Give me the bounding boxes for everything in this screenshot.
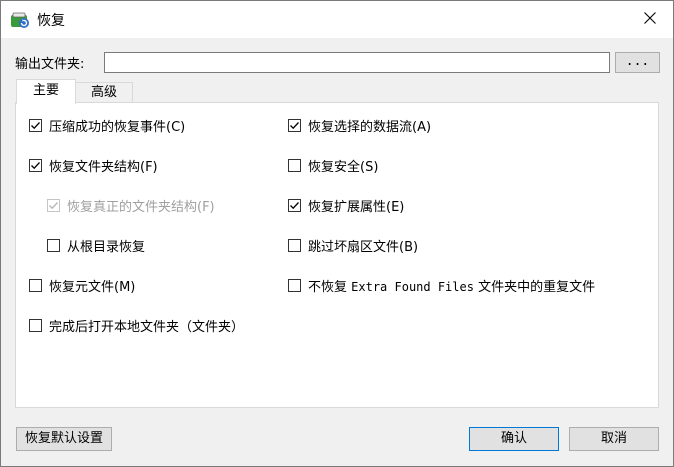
checkbox-unchecked-icon[interactable] — [288, 158, 301, 172]
option-compress-success[interactable]: 压缩成功的恢复事件(C) — [29, 116, 186, 135]
title-bar: 恢复 — [1, 1, 673, 38]
recovery-app-icon — [10, 10, 30, 30]
checkbox-checked-icon[interactable] — [29, 118, 42, 132]
tab-advanced[interactable]: 高级 — [75, 82, 133, 103]
option-restore-from-root[interactable]: 从根目录恢复 — [47, 236, 146, 255]
option-label: 恢复真正的文件夹结构(F) — [67, 199, 215, 215]
option-label: 恢复选择的数据流(A) — [308, 119, 432, 135]
option-skip-duplicate-extra-found-files[interactable]: 不恢复 Extra Found Files 文件夹中的重复文件 — [288, 276, 595, 295]
tab-main[interactable]: 主要 — [16, 79, 76, 104]
output-folder-input[interactable] — [104, 52, 610, 73]
option-restore-selected-streams[interactable]: 恢复选择的数据流(A) — [288, 116, 432, 135]
option-restore-metafiles[interactable]: 恢复元文件(M) — [29, 276, 136, 295]
option-label: 压缩成功的恢复事件(C) — [49, 119, 186, 135]
checkbox-checked-icon[interactable] — [29, 158, 42, 172]
options-panel: 压缩成功的恢复事件(C) 恢复文件夹结构(F) 恢复真正的文件夹结构(F) 从根… — [15, 102, 659, 408]
checkbox-unchecked-icon[interactable] — [29, 278, 42, 292]
option-label-prefix: 不恢复 — [308, 279, 352, 295]
option-open-local-folder[interactable]: 完成后打开本地文件夹（文件夹） — [29, 316, 245, 335]
option-label: 恢复扩展属性(E) — [308, 199, 405, 215]
option-restore-folder-structure[interactable]: 恢复文件夹结构(F) — [29, 156, 158, 175]
close-icon — [644, 11, 656, 28]
restore-defaults-button[interactable]: 恢复默认设置 — [16, 427, 112, 451]
option-skip-bad-sector-files[interactable]: 跳过坏扇区文件(B) — [288, 236, 419, 255]
checkbox-checked-icon[interactable] — [288, 118, 301, 132]
option-label: 恢复安全(S) — [308, 159, 379, 175]
checkbox-unchecked-icon[interactable] — [288, 238, 301, 252]
option-label: 恢复文件夹结构(F) — [49, 159, 158, 175]
recovery-dialog: 恢复 输出文件夹: ... 主要 高级 压缩成功的恢复事件(C) 恢复文件夹结构… — [0, 0, 674, 467]
option-label: 完成后打开本地文件夹（文件夹） — [49, 319, 245, 335]
option-label-folder-name: Extra Found Files — [351, 279, 474, 294]
output-folder-label: 输出文件夹: — [15, 57, 85, 72]
option-label-suffix: 文件夹中的重复文件 — [473, 279, 596, 295]
close-button[interactable] — [627, 1, 673, 38]
checkbox-unchecked-icon[interactable] — [29, 318, 42, 332]
option-label: 恢复元文件(M) — [49, 279, 136, 295]
option-restore-security[interactable]: 恢复安全(S) — [288, 156, 379, 175]
window-title: 恢复 — [37, 13, 65, 29]
option-label: 从根目录恢复 — [67, 239, 146, 255]
option-label: 不恢复 Extra Found Files 文件夹中的重复文件 — [308, 276, 595, 295]
browse-button[interactable]: ... — [615, 52, 660, 73]
option-restore-true-folder-structure: 恢复真正的文件夹结构(F) — [47, 196, 215, 215]
checkbox-checked-disabled-icon — [47, 198, 60, 212]
checkbox-checked-icon[interactable] — [288, 198, 301, 212]
checkbox-unchecked-icon[interactable] — [288, 278, 301, 292]
cancel-button[interactable]: 取消 — [569, 427, 659, 451]
option-label: 跳过坏扇区文件(B) — [308, 239, 419, 255]
ok-button[interactable]: 确认 — [469, 427, 559, 451]
option-restore-extended-attributes[interactable]: 恢复扩展属性(E) — [288, 196, 405, 215]
checkbox-unchecked-icon[interactable] — [47, 238, 60, 252]
